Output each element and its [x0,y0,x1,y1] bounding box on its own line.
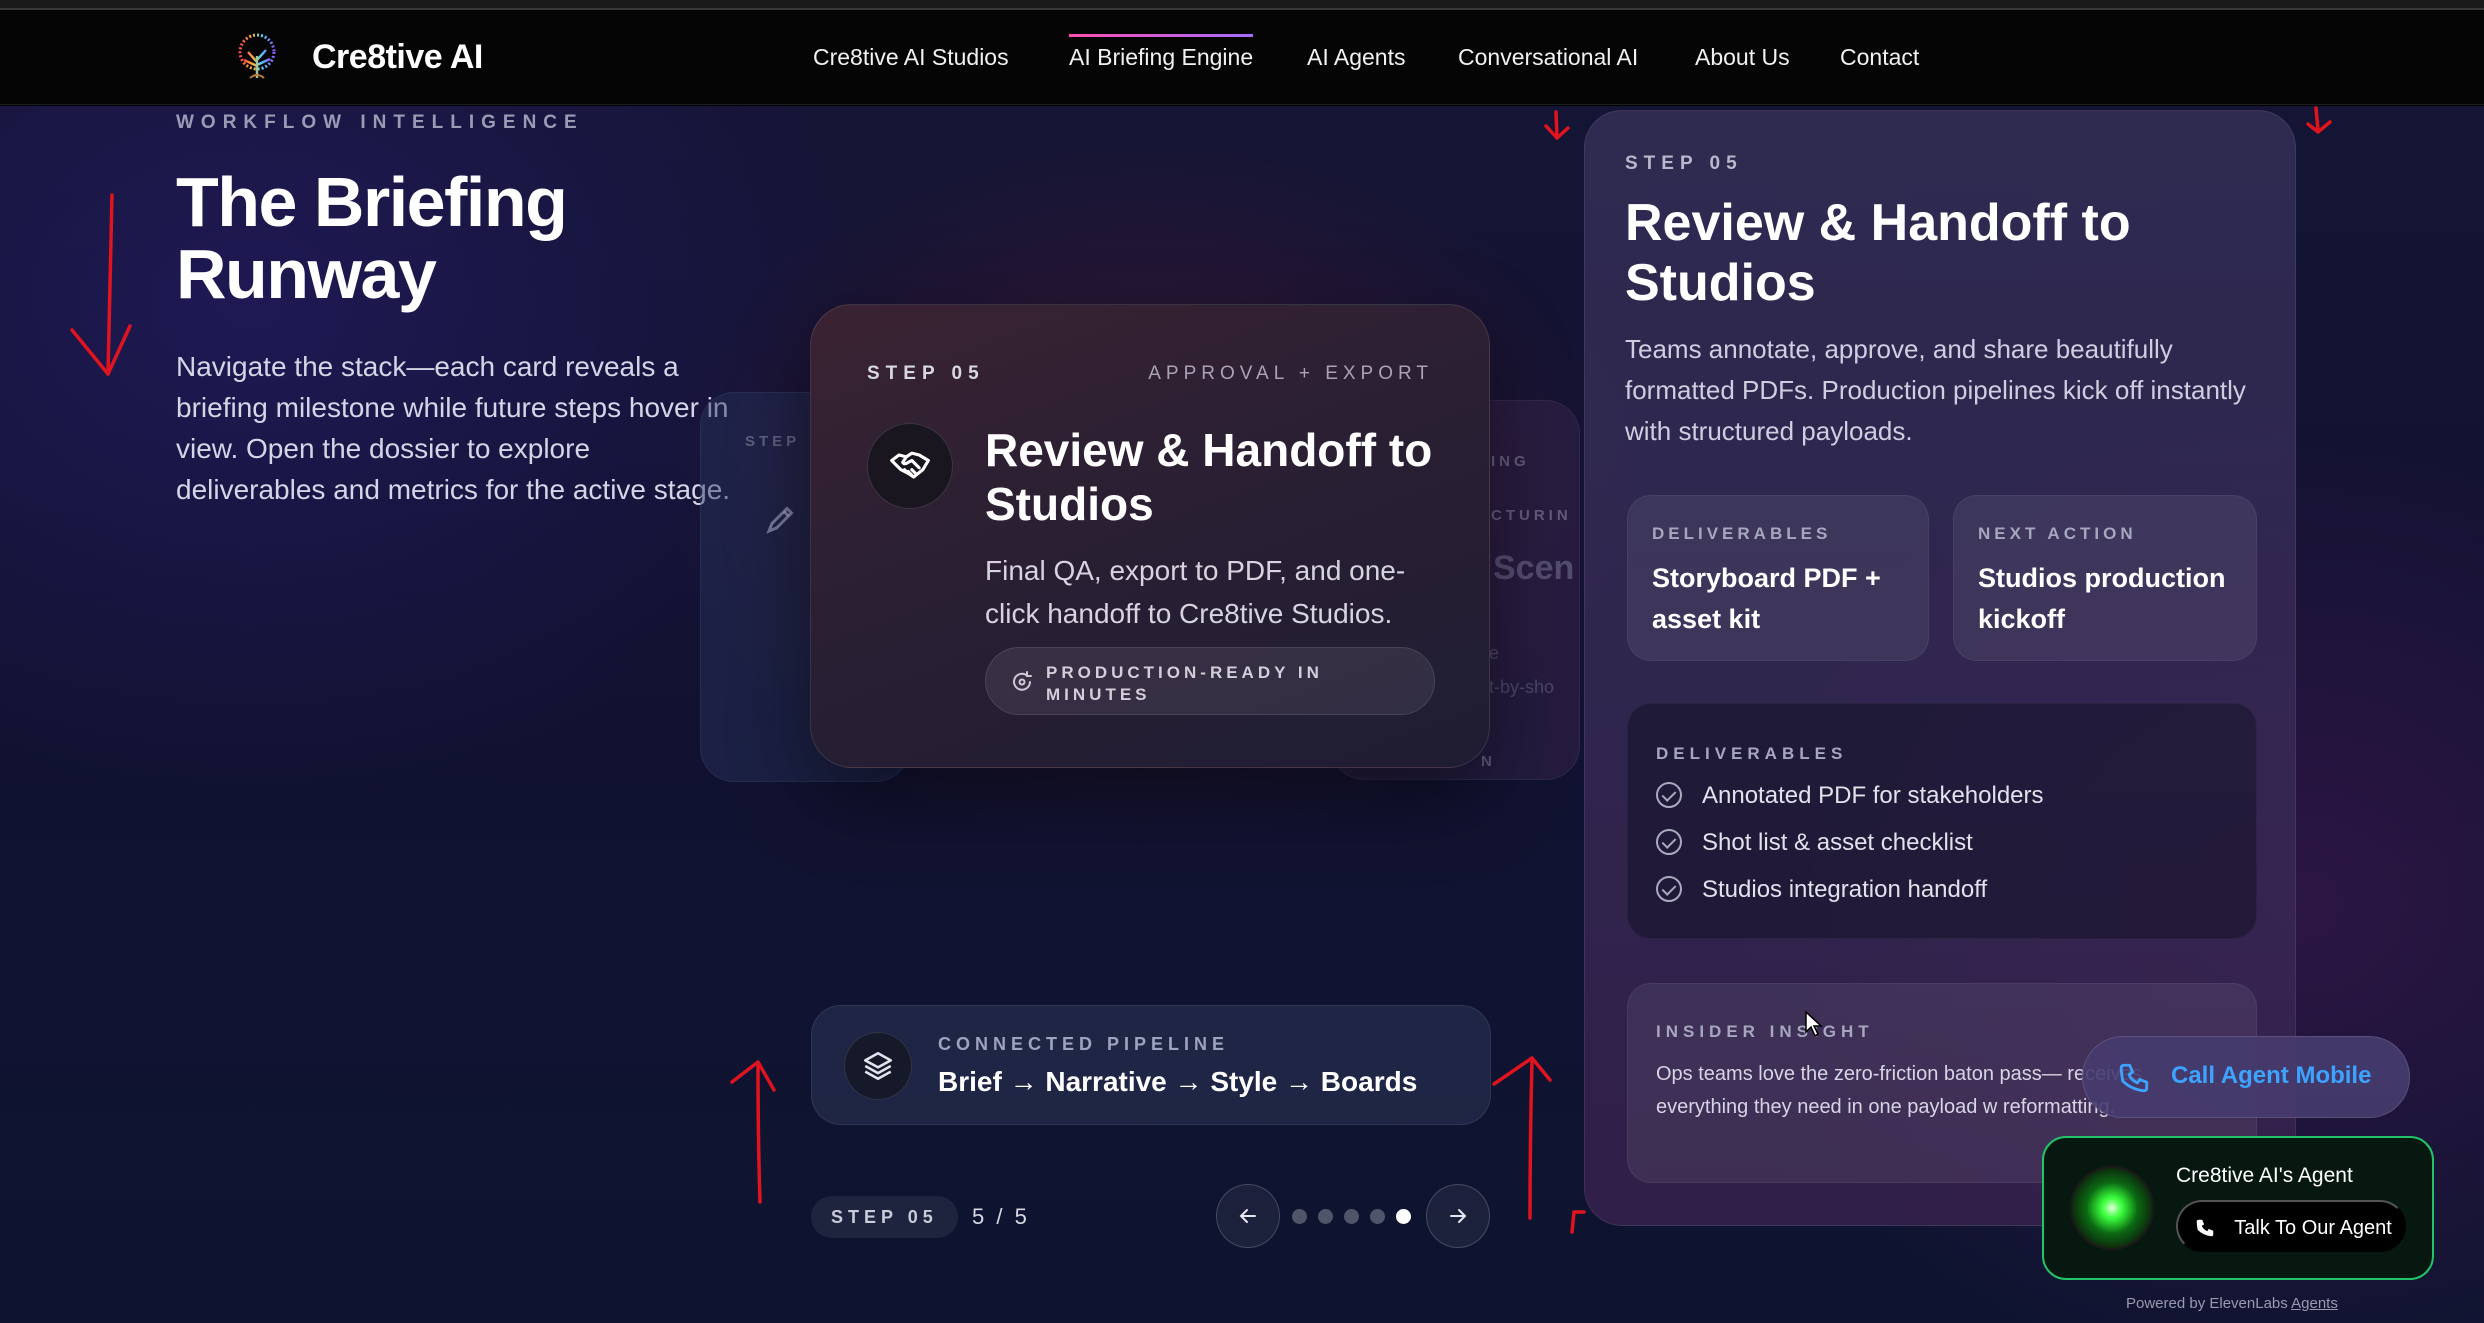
ghost-desc-fragment-2: ot-by-sho [1479,677,1555,697]
deliverables-summary-label: DELIVERABLES [1652,524,1832,543]
next-step-button[interactable] [1426,1184,1490,1248]
connected-pipeline-bar: CONNECTED PIPELINE Brief → Narrative → S… [811,1005,1491,1125]
dossier-step-label: STEP 05 [1625,153,1743,174]
nav-item-studios[interactable]: Cre8tive AI Studios [813,44,1009,71]
agent-orb-avatar [2070,1166,2154,1250]
nav-item-contact[interactable]: Contact [1840,44,1919,71]
brand-name[interactable]: Cre8tive AI [312,38,483,77]
pipeline-flow: Brief → Narrative → Style → Boards [938,1066,1418,1097]
list-item-text: Studios integration handoff [1702,876,1988,903]
deliverables-list-card: DELIVERABLES Annotated PDF for stakehold… [1627,703,2257,939]
list-item: Studios integration handoff [1656,875,1988,904]
top-navigation: Cre8tive AI Cre8tive AI Studios AI Brief… [0,10,2484,105]
pager-dot-3[interactable] [1344,1209,1359,1224]
powered-by-text: Powered by ElevenLabs [2126,1295,2288,1312]
nav-item-conversational-ai[interactable]: Conversational AI [1458,44,1638,71]
refresh-icon [1013,671,1032,691]
previous-step-button[interactable] [1216,1184,1280,1248]
section-eyebrow: WORKFLOW INTELLIGENCE [176,112,584,133]
list-item-text: Annotated PDF for stakeholders [1702,782,2044,809]
pager-dot-2[interactable] [1318,1209,1333,1224]
list-item-text: Shot list & asset checklist [1702,829,1973,856]
pen-tool-icon [766,506,794,534]
layers-icon [844,1032,912,1100]
insight-label: INSIDER INSIGHT [1656,1022,1874,1041]
nav-item-ai-agents[interactable]: AI Agents [1307,44,1405,71]
check-circle-icon [1656,875,1682,902]
pager-dot-4[interactable] [1370,1209,1385,1224]
ghost-title-fragment: Scen [1493,549,1575,587]
card-title: Review & Handoff to Studios [985,424,1433,530]
call-agent-mobile-button[interactable]: Call Agent Mobile [2082,1036,2410,1118]
ghost-step-label: STEP [745,433,801,450]
step-counter: 5 / 5 [972,1204,1030,1229]
call-agent-mobile-label: Call Agent Mobile [2171,1062,2372,1089]
next-action-label: NEXT ACTION [1978,524,2137,543]
card-category: APPROVAL + EXPORT [1148,363,1433,384]
arrow-right-icon [1450,1209,1467,1223]
check-circle-icon [1656,828,1682,855]
talk-to-agent-label: Talk To Our Agent [2234,1217,2392,1239]
pager-dot-1[interactable] [1292,1209,1307,1224]
deliverables-summary-value: Storyboard PDF + asset kit [1652,563,1881,634]
current-step-badge: STEP 05 [811,1196,958,1238]
voice-agent-widget: Cre8tive AI's Agent Talk To Our Agent [2042,1136,2434,1280]
nav-item-about-us[interactable]: About Us [1695,44,1790,71]
check-circle-icon [1656,781,1682,808]
deliverables-list-label: DELIVERABLES [1656,744,1848,763]
powered-by-link[interactable]: Agents [2291,1295,2338,1312]
browser-top-edge [0,0,2484,10]
powered-by-footer: Powered by ElevenLabs Agents [2126,1295,2338,1312]
next-action-value: Studios production kickoff [1978,563,2226,634]
badge-text: PRODUCTION-READY IN MINUTES [1046,663,1323,704]
list-item: Annotated PDF for stakeholders [1656,781,2044,810]
ghost-fragment-1: ING [1491,453,1530,470]
card-step-label: STEP 05 [867,363,985,384]
next-action-card: NEXT ACTION Studios production kickoff [1953,495,2257,661]
brand-tree-logo-icon[interactable] [230,32,284,80]
deliverables-summary-card: DELIVERABLES Storyboard PDF + asset kit [1627,495,1929,661]
agent-name: Cre8tive AI's Agent [2176,1164,2353,1187]
hero-description: Navigate the stack—each card reveals a b… [176,351,731,505]
pager-dot-5[interactable] [1396,1209,1411,1224]
arrow-left-icon [1239,1209,1256,1223]
list-item: Shot list & asset checklist [1656,828,1973,857]
page-title: The Briefing Runway [176,163,568,313]
pipeline-label: CONNECTED PIPELINE [938,1034,1230,1054]
dossier-title: Review & Handoff to Studios [1625,194,2131,312]
dossier-description: Teams annotate, approve, and share beaut… [1625,334,2246,446]
handshake-icon [867,423,953,509]
active-step-card[interactable]: STEP 05 APPROVAL + EXPORT Review & Hando… [810,304,1490,768]
mouse-cursor-icon [1805,1010,1823,1038]
phone-icon [2196,1219,2214,1237]
talk-to-agent-button[interactable]: Talk To Our Agent [2176,1200,2406,1252]
nav-item-briefing-engine[interactable]: AI Briefing Engine [1069,34,1254,71]
production-ready-badge: PRODUCTION-READY IN MINUTES [985,647,1435,715]
card-description: Final QA, export to PDF, and one-click h… [985,555,1406,629]
phone-icon [2119,1063,2149,1093]
ghost-fragment-2: CTURIN [1491,507,1572,524]
ghost-pill-fragment: N [1481,753,1496,770]
